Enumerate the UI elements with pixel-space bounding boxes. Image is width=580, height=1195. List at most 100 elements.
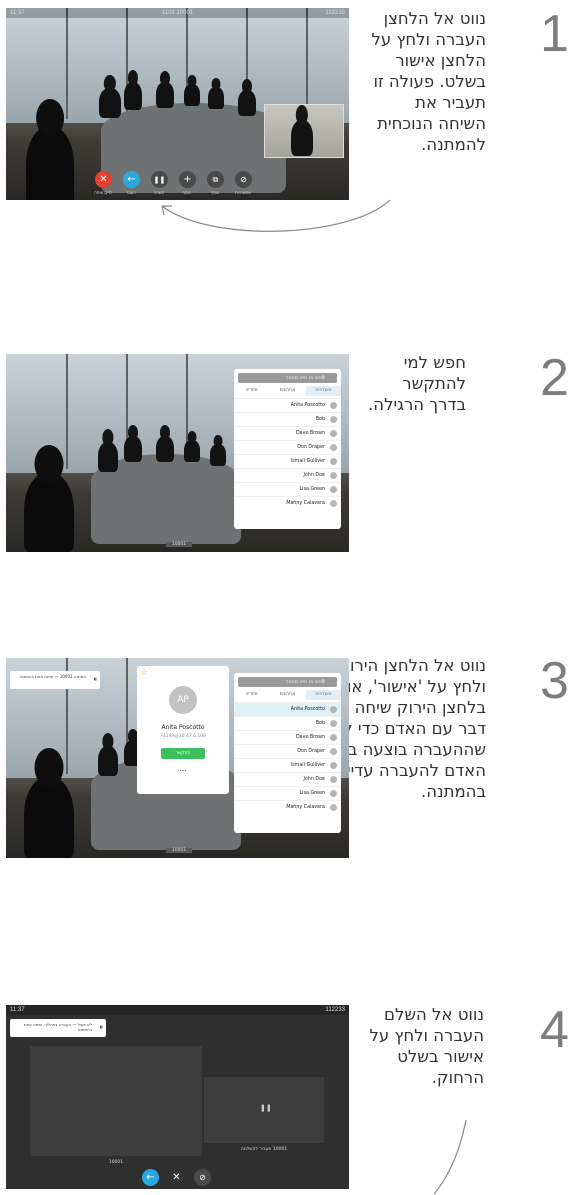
step-3-number: 3 xyxy=(540,652,569,710)
contacts-panel: חפש או חייג מספר ⚲ מועדפים אחרונים ספריה… xyxy=(234,673,341,833)
contact-row[interactable]: Lisa Green xyxy=(234,786,341,800)
participant xyxy=(156,82,174,108)
favorite-star-icon[interactable]: ☆ xyxy=(140,668,148,678)
end-call-icon: ✕ xyxy=(172,1172,181,1183)
more-icon: ⊘ xyxy=(240,175,247,184)
transfer-icon: ← xyxy=(127,174,136,185)
contact-row[interactable]: Bob xyxy=(234,716,341,730)
contact-row[interactable]: Ismail Gulliver xyxy=(234,454,341,468)
tab-directory[interactable]: ספריה xyxy=(234,386,269,396)
complete-transfer-button[interactable]: ← xyxy=(142,1169,159,1186)
call-button[interactable]: התקשר xyxy=(161,748,205,759)
call-info: 1103 10001 xyxy=(161,10,194,16)
search-input[interactable]: חפש או חייג מספר ⚲ xyxy=(238,677,337,687)
avatar xyxy=(330,430,337,437)
avatar xyxy=(330,500,337,507)
add-button[interactable]: + xyxy=(179,171,196,188)
call-id-label: 10001 xyxy=(166,542,192,547)
more-label: אפשרויות xyxy=(235,190,251,195)
contact-row[interactable]: Manny Calavera xyxy=(234,496,341,510)
clock: 11:37 xyxy=(10,1007,25,1013)
hold-icon: ❚❚ xyxy=(260,1104,272,1112)
participant xyxy=(98,442,118,472)
screenshot-4: 11:37 112233 לא פעיל — העברה בתהליך, שיח… xyxy=(6,1005,349,1189)
tab-favorites[interactable]: מועדפים xyxy=(306,386,341,396)
pause-icon: ⏸ xyxy=(99,1023,104,1031)
clock: 11:37 xyxy=(10,10,25,16)
contact-row[interactable]: Bob xyxy=(234,412,341,426)
avatar xyxy=(330,402,337,409)
screenshot-1: 11:37 1103 10001 112233 ✕ ← ❚❚ + ⧉ ⊘ סיי… xyxy=(6,8,349,200)
avatar xyxy=(330,734,337,741)
avatar xyxy=(330,762,337,769)
add-label: הוסף xyxy=(182,190,192,195)
main-tile-label: 10001 xyxy=(108,1160,124,1165)
held-call-tile: ❚❚ xyxy=(204,1077,324,1143)
avatar xyxy=(330,472,337,479)
search-placeholder: חפש או חייג מספר xyxy=(285,679,325,685)
share-label: שתף xyxy=(210,190,220,195)
end-call-label: סיים שיחה xyxy=(94,190,112,195)
participant xyxy=(238,90,256,116)
transfer-notice: לא פעיל — העברה בתהליך, שיחה אחת בהמתנה … xyxy=(10,1019,106,1037)
participant xyxy=(99,88,121,118)
self-view-person xyxy=(291,120,313,156)
participant xyxy=(210,444,226,466)
step-4-text: נווט אל השלם העברה ולחץ על אישור בשלט הר… xyxy=(369,1005,485,1087)
hold-notice: המתנה 10001 — שיחה אחת בהמתנה ⏸ xyxy=(10,671,100,689)
more-button[interactable]: ⊘ xyxy=(194,1169,211,1186)
step-2-text: חפש למי להתקשר בדרך הרגילה. xyxy=(368,353,466,414)
call-id-label: 10001 xyxy=(166,848,192,853)
device-number: 112233 xyxy=(325,1007,345,1013)
device-number: 112233 xyxy=(325,10,345,16)
contact-row[interactable]: Lisa Green xyxy=(234,482,341,496)
search-icon: ⚲ xyxy=(321,679,325,685)
avatar xyxy=(330,776,337,783)
search-placeholder: חפש או חייג מספר xyxy=(285,375,325,381)
share-button[interactable]: ⧉ xyxy=(207,171,224,188)
contact-row[interactable]: John Doe xyxy=(234,468,341,482)
search-input[interactable]: חפש או חייג מספר ⚲ xyxy=(238,373,337,383)
tab-recents[interactable]: אחרונים xyxy=(270,690,305,700)
end-call-button[interactable]: ✕ xyxy=(95,171,112,188)
avatar xyxy=(330,416,337,423)
participant xyxy=(124,436,142,462)
end-call-button[interactable]: ✕ xyxy=(168,1169,185,1186)
contact-row[interactable]: John Doe xyxy=(234,772,341,786)
avatar xyxy=(330,790,337,797)
contact-row[interactable]: Don Draper xyxy=(234,440,341,454)
avatar xyxy=(330,748,337,755)
participant xyxy=(208,87,224,109)
contact-row[interactable]: Dave Brown xyxy=(234,730,341,744)
tab-directory[interactable]: ספריה xyxy=(234,690,269,700)
contact-row-selected[interactable]: Anita Poscotto xyxy=(234,702,341,716)
step-2-number: 2 xyxy=(540,349,569,407)
avatar xyxy=(330,444,337,451)
tab-favorites[interactable]: מועדפים xyxy=(306,690,341,700)
contact-row[interactable]: Don Draper xyxy=(234,744,341,758)
hold-button[interactable]: ❚❚ xyxy=(151,171,168,188)
more-options-button[interactable]: ... xyxy=(137,764,229,773)
contact-row[interactable]: Manny Calavera xyxy=(234,800,341,814)
main-video-tile xyxy=(30,1046,202,1156)
contacts-panel: חפש או חייג מספר ⚲ מועדפים אחרונים ספריה… xyxy=(234,369,341,529)
more-button[interactable]: ⊘ xyxy=(235,171,252,188)
avatar xyxy=(330,804,337,811)
tab-recents[interactable]: אחרונים xyxy=(270,386,305,396)
add-icon: + xyxy=(183,174,192,185)
share-icon: ⧉ xyxy=(212,174,219,184)
avatar xyxy=(330,720,337,727)
hold-icon: ❚❚ xyxy=(153,175,166,184)
transfer-label: העבר xyxy=(126,190,136,195)
contact-row[interactable]: Ismail Gulliver xyxy=(234,758,341,772)
transfer-button[interactable]: ← xyxy=(123,171,140,188)
contact-row[interactable]: Dave Brown xyxy=(234,426,341,440)
step-1-number: 1 xyxy=(540,5,569,63)
participant xyxy=(156,436,174,462)
hold-label: השהה xyxy=(153,190,165,195)
screenshot-2: חפש או חייג מספר ⚲ מועדפים אחרונים ספריה… xyxy=(6,354,349,552)
contacts-tabs: מועדפים אחרונים ספריה xyxy=(234,386,341,396)
curved-line xyxy=(433,1120,467,1195)
contact-row[interactable]: Anita Poscotto xyxy=(234,398,341,412)
step-4-number: 4 xyxy=(540,1001,569,1059)
